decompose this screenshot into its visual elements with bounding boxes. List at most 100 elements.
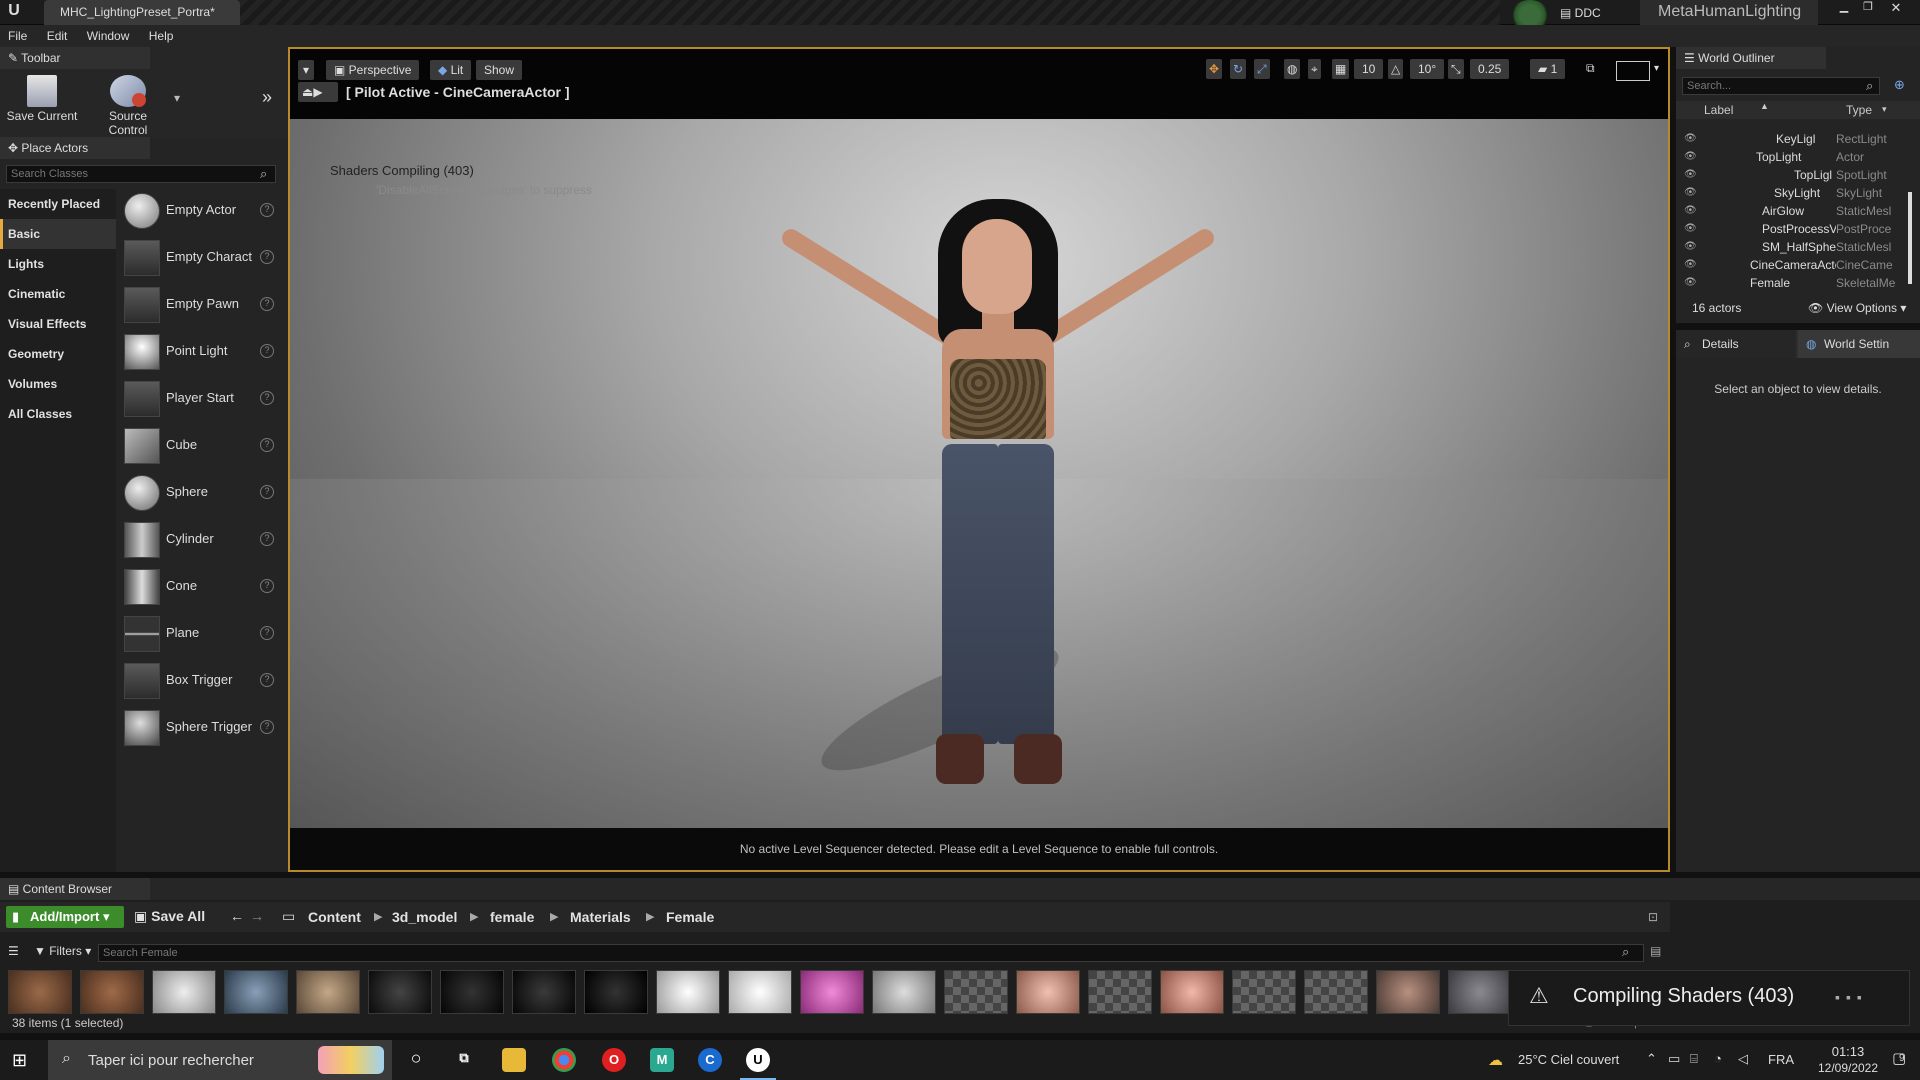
search-classes-input[interactable]: Search Classes [6,165,276,183]
asset-thumbnail[interactable] [440,970,504,1014]
asset-thumbnail[interactable] [8,970,72,1014]
help-icon[interactable]: ? [260,391,274,405]
breadcrumb-female-folder[interactable]: Female [666,909,714,925]
translate-tool-icon[interactable]: ✥ [1206,59,1223,79]
chrome-icon[interactable] [552,1048,576,1072]
actor-item[interactable]: Empty Charact? [124,236,280,283]
add-import-button[interactable]: ▮ Add/Import ▾ [6,906,124,928]
actor-item[interactable]: Player Start? [124,377,280,424]
asset-thumbnail[interactable] [800,970,864,1014]
actor-item[interactable]: Plane? [124,612,280,659]
device-icon[interactable]: ▭ [1668,1051,1680,1067]
breadcrumb-arrow-icon[interactable]: ▶ [374,910,382,923]
content-search-input[interactable]: Search Female [98,944,1644,962]
forward-arrow-icon[interactable]: → [250,908,264,924]
place-actors-tab[interactable]: ✥ Place Actors [0,137,150,159]
asset-thumbnail[interactable] [512,970,576,1014]
visibility-icon[interactable]: 👁 [1684,223,1698,234]
actor-item[interactable]: Sphere Trigger? [124,706,280,753]
category-basic[interactable]: Basic [0,219,116,249]
layout-icon[interactable] [1616,61,1650,81]
help-icon[interactable]: ? [260,720,274,734]
surface-snap-icon[interactable]: ⌖ [1308,59,1321,79]
help-icon[interactable]: ? [260,626,274,640]
asset-thumbnail[interactable] [1088,970,1152,1014]
asset-thumbnail[interactable] [368,970,432,1014]
category-geometry[interactable]: Geometry [0,339,116,369]
minimize-icon[interactable]: ▁ [1832,0,1856,14]
breadcrumb-female[interactable]: female [490,909,534,925]
asset-thumbnail[interactable] [944,970,1008,1014]
asset-thumbnail[interactable] [1376,970,1440,1014]
actor-item[interactable]: Point Light? [124,330,280,377]
show-hidden-icons-icon[interactable]: ⌃ [1646,1051,1657,1067]
pin-icon[interactable]: ⊕ [1894,77,1905,93]
close-icon[interactable]: ✕ [1884,0,1908,15]
asset-thumbnail[interactable] [728,970,792,1014]
menu-file[interactable]: File [0,25,35,43]
category-lights[interactable]: Lights [0,249,116,279]
world-space-icon[interactable]: ◍ [1284,59,1301,79]
weather-text[interactable]: 25°C Ciel couvert [1518,1052,1619,1067]
actor-item[interactable]: Empty Pawn? [124,283,280,330]
rotation-snap-icon[interactable]: △ [1388,59,1404,79]
category-all-classes[interactable]: All Classes [0,399,116,429]
ccleaner-icon[interactable]: C [698,1048,722,1072]
help-icon[interactable]: ? [260,579,274,593]
grid-snap-value[interactable]: 10 [1354,59,1384,79]
asset-thumbnail[interactable] [152,970,216,1014]
breadcrumb-arrow-icon[interactable]: ▶ [470,910,478,923]
language-indicator[interactable]: FRA [1768,1052,1794,1067]
scale-snap-value[interactable]: 0.25 [1470,59,1510,79]
asset-thumbnail[interactable] [1160,970,1224,1014]
outliner-row[interactable]: 👁 Female SkeletalMe [1676,274,1896,292]
help-icon[interactable]: ? [260,297,274,311]
actor-item[interactable]: Empty Actor? [124,189,280,236]
visibility-icon[interactable]: 👁 [1684,187,1698,198]
layout-dropdown-icon[interactable]: ▾ [1654,63,1659,74]
cortana-icon[interactable]: ○ [404,1048,428,1072]
maya-icon[interactable]: M [650,1048,674,1072]
network-icon[interactable]: ⌸ [1690,1051,1698,1067]
asset-thumbnail[interactable] [656,970,720,1014]
save-current-button[interactable]: Save Current [2,75,82,123]
outliner-row[interactable]: 👁 SkyLight SkyLight [1676,184,1896,202]
category-cinematic[interactable]: Cinematic [0,279,116,309]
category-recently-placed[interactable]: Recently Placed [0,189,116,219]
actor-item[interactable]: Box Trigger? [124,659,280,706]
visibility-icon[interactable]: 👁 [1684,277,1698,288]
menu-edit[interactable]: Edit [39,25,76,43]
save-all-button[interactable]: ▣ Save All [134,908,205,925]
world-outliner-tab[interactable]: ☰ World Outliner [1676,47,1826,69]
filters-button[interactable]: ▼ Filters ▾ [34,944,91,958]
viewport-scene[interactable]: Shaders Compiling (403) 'DisableAllScree… [290,119,1668,828]
maximize-icon[interactable]: ❐ [1856,0,1880,14]
source-control-button[interactable]: Source Control [88,75,168,137]
breadcrumb-content[interactable]: Content [308,909,361,925]
asset-thumbnail[interactable] [872,970,936,1014]
actor-item[interactable]: Cone? [124,565,280,612]
opera-icon[interactable]: O [602,1048,626,1072]
file-explorer-icon[interactable] [502,1048,526,1072]
visibility-icon[interactable]: 👁 [1684,241,1698,252]
outliner-row[interactable]: 👁 PostProcessV PostProce [1676,220,1896,238]
sources-toggle-icon[interactable]: ☰ [8,944,19,958]
rotation-snap-value[interactable]: 10° [1410,59,1445,79]
sort-icon[interactable]: ▲ [1760,101,1769,111]
outliner-row[interactable]: 👁 SM_HalfSpher StaticMesl [1676,238,1896,256]
task-view-icon[interactable]: ⧉ [452,1048,476,1072]
label-column-header[interactable]: Label [1704,103,1733,117]
lit-button[interactable]: ◆ Lit [430,60,472,80]
help-icon[interactable]: ? [260,485,274,499]
help-icon[interactable]: ? [260,203,274,217]
actor-item[interactable]: Cube? [124,424,280,471]
wifi-icon[interactable]: ◔ [1714,1051,1722,1066]
category-volumes[interactable]: Volumes [0,369,116,399]
outliner-row[interactable]: 👁 AirGlow StaticMesl [1676,202,1896,220]
visibility-icon[interactable]: 👁 [1684,205,1698,216]
taskbar-search[interactable]: ⌕ Taper ici pour rechercher [48,1040,392,1080]
save-search-icon[interactable]: ▤ [1650,944,1661,958]
viewport-options-button[interactable]: ▾ [298,60,315,80]
asset-thumbnail[interactable] [80,970,144,1014]
content-browser-tab[interactable]: ▤ Content Browser [0,878,150,900]
